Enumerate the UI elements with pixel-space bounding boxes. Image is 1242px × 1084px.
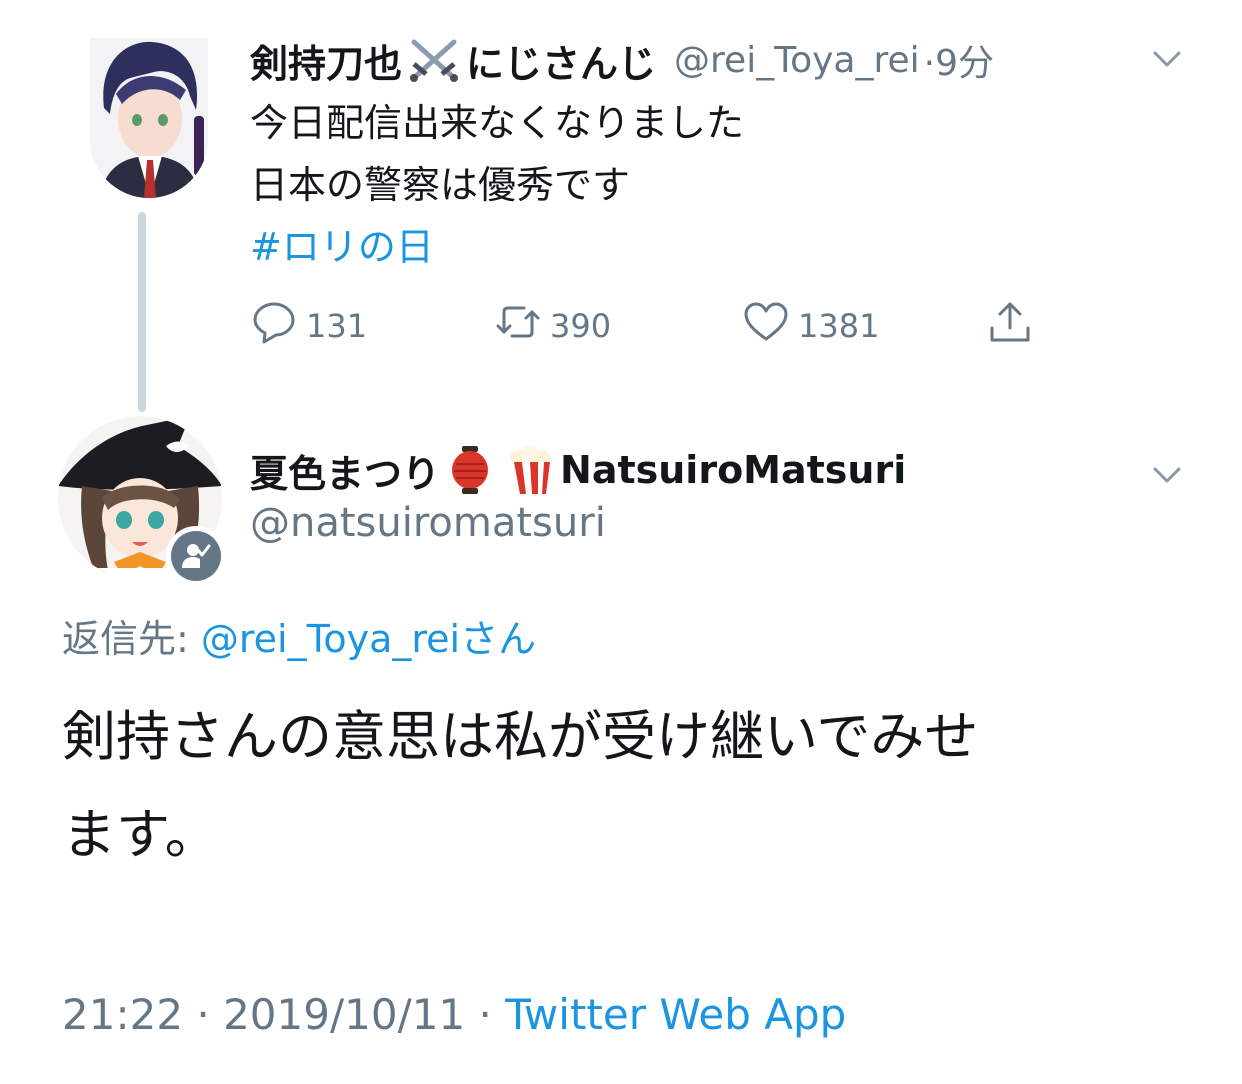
speech-bubble-icon [250,298,306,354]
tweet-meta: 21:22 · 2019/10/11 · Twitter Web App [62,990,846,1039]
parent-text-line-2: 日本の警察は優秀です [250,163,631,207]
parent-handle[interactable]: @rei_Toya_rei [674,40,920,81]
reply-text-body: 剣持さんの意思は私が受け継いでみせ ます。 [62,688,978,884]
parent-action-bar: 131 390 1381 [250,296,1050,356]
user-check-badge-icon [166,526,226,586]
popcorn-emoji-icon [506,444,554,496]
tweet-detail-page: 剣持刀也 にじさんじ @rei_Toya_rei ·9分 今日配信出来なくなりま… [0,0,1242,1084]
replying-to-line: 返信先: @rei_Toya_reiさん [62,608,536,663]
reply-more-chevron-down-icon[interactable] [1150,458,1184,492]
parent-name-suffix: にじさんじ [466,41,657,86]
source-app-link[interactable]: Twitter Web App [505,990,846,1039]
reply-count: 131 [306,307,368,345]
like-count: 1381 [798,307,880,345]
reply-display-name: 夏色まつり [250,451,441,496]
share-button[interactable] [986,296,1042,356]
retweet-button[interactable]: 390 [494,296,611,356]
share-upload-icon [986,298,1042,354]
reply-name-latin: NatsuiroMatsuri [560,448,907,492]
replying-prefix: 返信先: [62,617,201,661]
retweet-arrows-icon [494,298,550,354]
parent-hashtag-link[interactable]: #ロリの日 [250,216,434,278]
parent-time[interactable]: ·9分 [924,34,994,86]
replying-mention-link[interactable]: @rei_Toya_rei [201,617,460,661]
red-lantern-emoji-icon [446,444,494,496]
parent-author-avatar[interactable] [90,38,208,198]
reply-text-line-1: 剣持さんの意思は私が受け継いでみせ [62,705,979,768]
replying-suffix[interactable]: さん [460,617,536,661]
tweet-timestamp[interactable]: 21:22 · 2019/10/11 · [62,990,505,1039]
reply-handle[interactable]: @natsuiromatsuri [250,500,606,546]
parent-text-line-1: 今日配信出来なくなりました [250,101,745,145]
reply-text-line-2: ます。 [62,803,219,866]
heart-icon [742,298,798,354]
reply-button[interactable]: 131 [250,296,367,356]
parent-display-name: 剣持刀也 [250,41,403,86]
crossed-swords-emoji-icon [406,36,462,84]
thread-connector-line [138,212,146,412]
like-button[interactable]: 1381 [742,296,879,356]
parent-more-chevron-down-icon[interactable] [1150,42,1184,76]
retweet-count: 390 [550,307,612,345]
reply-author-name-row[interactable]: 夏色まつり NatsuiroMatsuri [250,440,906,500]
parent-author-name-row[interactable]: 剣持刀也 にじさんじ @rei_Toya_rei ·9分 [250,30,994,90]
